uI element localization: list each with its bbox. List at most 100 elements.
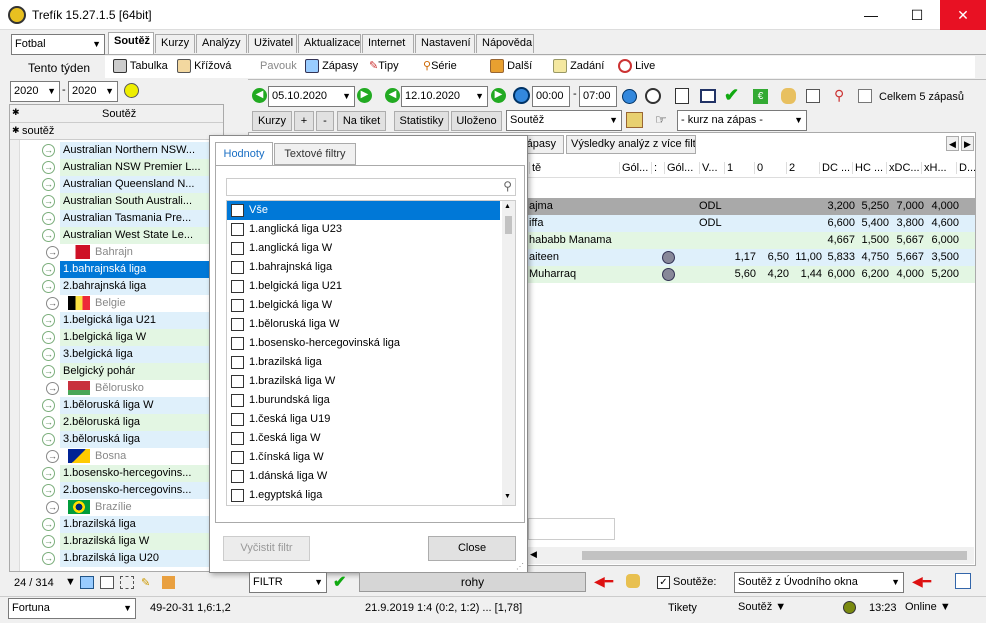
checkbox[interactable] — [231, 469, 244, 483]
grid-column-header[interactable]: DC ... — [819, 162, 852, 174]
prev-date2-icon[interactable]: ◀ — [385, 88, 400, 103]
tree-filter-row[interactable]: ✱ soutěž — [10, 123, 223, 140]
select-icon[interactable] — [120, 576, 134, 589]
table-row[interactable]: iffa ODL 6,600 5,400 3,800 4,600 — [527, 215, 975, 232]
filter-value-item[interactable]: 1.česká liga U19 — [227, 410, 500, 429]
search-icon[interactable]: ⚲ — [834, 87, 844, 104]
competition-select[interactable]: Soutěž ▼ — [506, 110, 622, 131]
alarm-icon[interactable] — [645, 88, 661, 104]
souteze-checkbox[interactable]: ✓ — [657, 576, 670, 589]
tab-scroll-left[interactable]: ◀ — [946, 136, 959, 151]
online-menu-button[interactable]: Online ▼ — [905, 601, 951, 613]
remove-button[interactable]: - — [316, 111, 334, 131]
competition-row[interactable]: → Australian Queensland N... — [20, 176, 223, 193]
expand-icon[interactable]: → — [46, 245, 59, 259]
grid-column-header[interactable]: xDC... — [886, 162, 921, 174]
maximize-button[interactable]: ☐ — [894, 0, 940, 30]
krizova-button[interactable]: Křížová — [177, 59, 231, 73]
expand-icon[interactable]: → — [46, 500, 59, 514]
competition-row[interactable]: → 3.belgická liga — [20, 346, 223, 363]
filter-value-item[interactable]: 1.bahrajnská liga — [227, 258, 500, 277]
horizontal-scrollbar[interactable]: ◀ — [528, 547, 974, 564]
list-scrollbar[interactable]: ▲ ▼ — [502, 201, 515, 505]
tab-1[interactable]: Kurzy — [155, 34, 195, 53]
kurzy-button[interactable]: Kurzy — [252, 111, 292, 131]
country-row[interactable]: → Bosna — [20, 448, 223, 465]
globe-icon[interactable] — [662, 251, 675, 264]
grid-column-header[interactable]: 2 — [786, 162, 819, 174]
checkbox[interactable] — [231, 336, 244, 350]
filter-value-item[interactable]: 1.běloruská liga W — [227, 315, 500, 334]
checkbox[interactable] — [231, 488, 244, 502]
competition-row[interactable]: → Australian Tasmania Pre... — [20, 210, 223, 227]
filter-value-item[interactable]: 1.dánská liga W — [227, 467, 500, 486]
clear-filter-icon[interactable] — [162, 576, 175, 589]
table-row[interactable]: hababb Manama 4,667 1,500 5,667 6,000 — [527, 232, 975, 249]
grid-column-header[interactable]: : — [651, 162, 664, 174]
tab-6[interactable]: Nastavení — [415, 34, 475, 53]
filtr-select[interactable]: FILTR ▼ — [249, 572, 327, 593]
competition-row[interactable]: → 3.běloruská liga — [20, 431, 223, 448]
soutez-menu-button[interactable]: Soutěž ▼ — [738, 601, 786, 613]
brush-icon[interactable]: ✎ — [141, 576, 150, 589]
minimize-button[interactable]: — — [848, 0, 894, 30]
grid-column-header[interactable]: HC ... — [852, 162, 886, 174]
checkbox[interactable] — [231, 317, 244, 331]
checkbox[interactable] — [231, 412, 244, 426]
grid-icon[interactable] — [80, 576, 94, 589]
checkbox[interactable] — [231, 431, 244, 445]
zapasy-button[interactable]: Zápasy — [305, 59, 358, 73]
apply-check-icon[interactable]: ✔ — [333, 572, 346, 592]
na-tiket-button[interactable]: Na tiket — [337, 111, 386, 131]
grid-column-header[interactable]: V... — [699, 162, 724, 174]
filter-value-item[interactable]: 1.čínská liga W — [227, 448, 500, 467]
filter-value-item[interactable]: 1.belgická liga W — [227, 296, 500, 315]
tab-scroll-right[interactable]: ▶ — [961, 136, 974, 151]
competition-row[interactable]: → 1.bahrajnská liga — [20, 261, 223, 278]
country-row[interactable]: → Brazílie — [20, 499, 223, 516]
pavouk-button[interactable]: Pavouk — [260, 60, 297, 72]
tab-0[interactable]: Soutěž — [108, 32, 154, 54]
filter-value-item[interactable]: 1.česká liga W — [227, 429, 500, 448]
ulozeno-button[interactable]: Uloženo — [451, 111, 502, 131]
globe-icon[interactable] — [662, 268, 675, 281]
scroll-up-icon[interactable]: ▲ — [504, 203, 511, 210]
next-date2-icon[interactable]: ▶ — [491, 88, 506, 103]
scroll-down-icon[interactable]: ▼ — [504, 493, 511, 500]
list-scroll-thumb[interactable] — [505, 216, 512, 234]
time-from-input[interactable]: 00:00 — [532, 86, 570, 107]
grid-column-header[interactable]: D... — [956, 162, 975, 174]
grid-column-header[interactable]: tě — [529, 162, 619, 174]
table-row[interactable]: Muharraq 5,60 4,20 1,44 6,000 6,200 4,000 5,200 — [527, 266, 975, 283]
filter-text-field[interactable]: rohy — [359, 572, 586, 592]
scroll-left-icon[interactable]: ◀ — [530, 549, 537, 560]
checkbox[interactable] — [231, 450, 244, 464]
filter-value-item[interactable]: 1.burundská liga — [227, 391, 500, 410]
competition-row[interactable]: → Belgický pohár — [20, 363, 223, 380]
sport-select[interactable]: Fotbal ▼ — [11, 34, 105, 55]
filter-value-item[interactable]: 1.anglická liga U23 — [227, 220, 500, 239]
competition-row[interactable]: → 2.běloruská liga — [20, 414, 223, 431]
competition-row[interactable]: → Australian Northern NSW... — [20, 142, 223, 159]
competition-row[interactable]: → 1.bosensko-hercegovins... — [20, 465, 223, 482]
competition-row[interactable]: → Australian West State Le... — [20, 227, 223, 244]
tab-textove-filtry[interactable]: Textové filtry — [274, 143, 356, 165]
checklist-icon[interactable] — [806, 89, 820, 103]
tipy-button[interactable]: ✎Tipy — [369, 59, 399, 72]
date-to-picker[interactable]: 12.10.2020 ▼ — [401, 86, 488, 107]
tab-7[interactable]: Nápověda — [476, 34, 534, 53]
clock-toggle-icon[interactable] — [513, 87, 530, 104]
expand-icon[interactable] — [955, 573, 971, 589]
check-icon[interactable]: ✔ — [724, 85, 739, 106]
competition-row[interactable]: → 1.brazilská liga — [20, 516, 223, 533]
filter-value-item[interactable]: 1.anglická liga W — [227, 239, 500, 258]
competition-row[interactable]: → 2.bosensko-hercegovins... — [20, 482, 223, 499]
checkbox[interactable] — [231, 260, 244, 274]
clear-filter-button[interactable]: Vyčistit filtr — [223, 536, 310, 561]
tab-4[interactable]: Aktualizace — [298, 34, 361, 53]
checkbox[interactable] — [231, 374, 244, 388]
bookmaker-select[interactable]: Fortuna ▼ — [8, 598, 136, 619]
filter-value-item[interactable]: 1.belgická liga U21 — [227, 277, 500, 296]
next-time-icon[interactable] — [622, 89, 637, 104]
checkbox[interactable] — [231, 393, 244, 407]
